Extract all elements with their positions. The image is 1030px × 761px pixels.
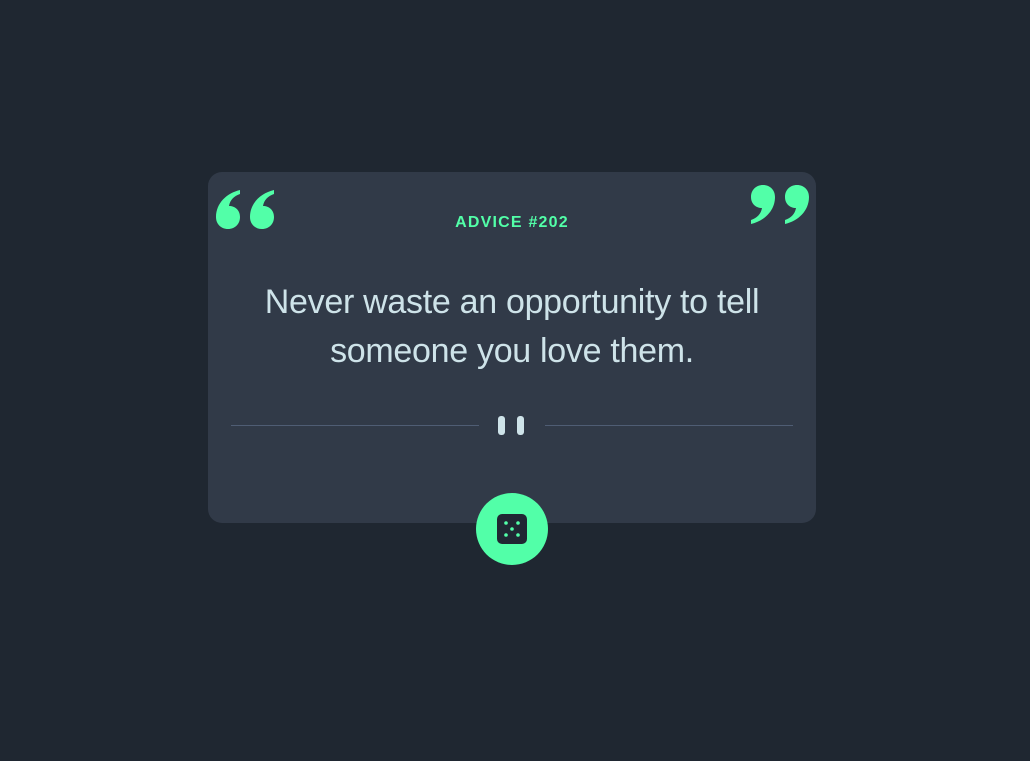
pause-icon — [498, 416, 526, 436]
generate-advice-button[interactable] — [476, 493, 548, 565]
divider-left — [231, 425, 479, 426]
dice-icon — [497, 514, 527, 544]
pause-bar-right — [517, 416, 524, 435]
app-stage: ADVICE #202 Never waste an opportunity t… — [0, 0, 1030, 761]
advice-card: ADVICE #202 Never waste an opportunity t… — [208, 172, 816, 523]
pause-bar-left — [498, 416, 505, 435]
divider-right — [545, 425, 793, 426]
advice-quote-text: Never waste an opportunity to tell someo… — [264, 283, 760, 370]
advice-number: ADVICE #202 — [455, 214, 569, 231]
